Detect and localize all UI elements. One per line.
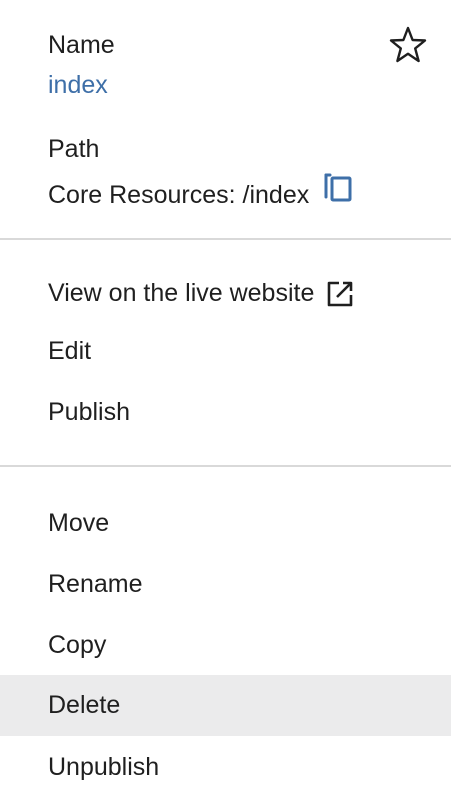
menu-item-label: Move: [48, 509, 110, 537]
name-value-link[interactable]: index: [48, 70, 108, 100]
name-label: Name: [48, 31, 115, 59]
divider: [0, 465, 451, 467]
star-icon[interactable]: [388, 25, 428, 65]
menu-item-unpublish[interactable]: Unpublish: [0, 737, 451, 798]
menu-item-move[interactable]: Move: [0, 493, 451, 554]
menu-item-publish[interactable]: Publish: [0, 382, 451, 443]
menu-item-label: Copy: [48, 631, 107, 659]
menu-item-label: Rename: [48, 570, 143, 598]
menu-item-rename[interactable]: Rename: [0, 554, 451, 615]
resource-info-panel: Name index Path Core Resources: /index: [0, 0, 453, 240]
menu-item-label: Publish: [48, 398, 130, 426]
menu-item-label: Edit: [48, 337, 92, 365]
divider: [0, 238, 451, 240]
menu-item-label: Delete: [48, 691, 121, 719]
menu-item-label: View on the live website: [48, 279, 315, 307]
path-label: Path: [48, 135, 100, 163]
menu-item-label: Unpublish: [48, 753, 160, 781]
menu-item-delete[interactable]: Delete: [0, 675, 451, 736]
menu-item-edit[interactable]: Edit: [0, 321, 451, 382]
copy-icon[interactable]: [323, 171, 355, 205]
external-link-icon: [328, 281, 353, 306]
path-value: Core Resources: /index: [48, 181, 310, 209]
menu-item-copy[interactable]: Copy: [0, 615, 451, 676]
menu-item-view-live[interactable]: View on the live website: [0, 263, 451, 324]
path-row: Core Resources: /index: [48, 173, 355, 210]
